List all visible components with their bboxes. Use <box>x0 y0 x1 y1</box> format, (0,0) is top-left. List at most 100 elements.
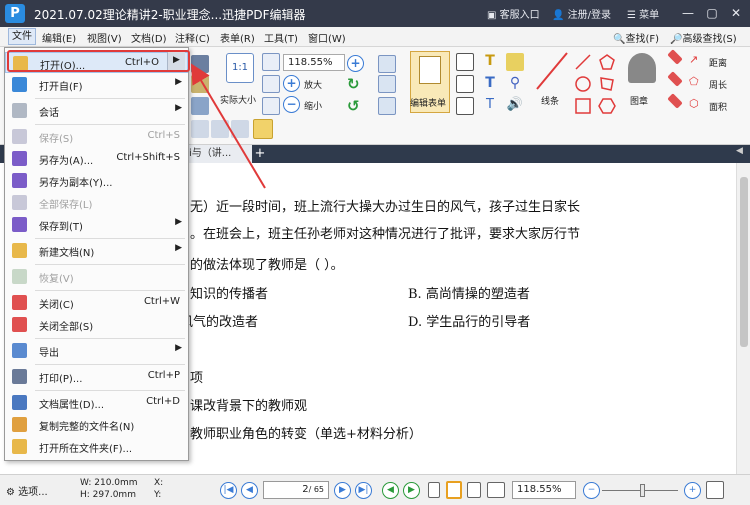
circle-shape-icon[interactable] <box>574 75 592 93</box>
scrollbar-thumb[interactable] <box>740 177 748 347</box>
new-tab-icon[interactable]: + <box>253 146 267 162</box>
status-zoom-combo[interactable]: 118.55% <box>512 481 576 499</box>
eraser-icon[interactable] <box>667 49 683 65</box>
note-icon[interactable] <box>506 53 524 71</box>
select-text-icon[interactable] <box>191 97 209 115</box>
close-icon[interactable]: ✕ <box>725 4 747 23</box>
typewriter-icon[interactable]: T <box>481 53 499 71</box>
document-tab[interactable]: i与（讲... <box>186 145 252 163</box>
menu-view[interactable]: 视图(V) <box>87 30 122 45</box>
actual-size-icon[interactable]: 1:1 <box>226 53 254 83</box>
menu-file[interactable]: 文件 <box>8 28 36 45</box>
minimize-icon[interactable]: — <box>677 4 699 23</box>
menu-copy-filename[interactable]: 复制完整的文件名(N) <box>5 414 188 435</box>
line-label[interactable]: 线条 <box>541 94 559 107</box>
menu-close[interactable]: 关闭(C) Ctrl+W <box>5 292 188 313</box>
menu-window[interactable]: 窗口(W) <box>308 30 346 45</box>
menu-session[interactable]: 会话 ▶ <box>5 100 188 121</box>
distance-label[interactable]: 距离 <box>709 56 727 69</box>
page-number-input[interactable]: 2/ 65 <box>263 481 329 499</box>
service-button[interactable]: ▣ 客服入口 <box>487 6 540 21</box>
zoom-slider-thumb[interactable] <box>640 484 645 497</box>
maximize-icon[interactable]: ▢ <box>701 4 723 23</box>
menu-export[interactable]: 导出 ▶ <box>5 340 188 361</box>
rectangle-shape-icon[interactable] <box>574 97 592 115</box>
pencil-icon[interactable] <box>667 71 683 87</box>
menu-save-as[interactable]: 另存为(A)... Ctrl+Shift+S <box>5 148 188 169</box>
menu-form[interactable]: 表单(R) <box>220 30 255 45</box>
hexagon-shape-icon[interactable] <box>598 97 616 115</box>
menu-save-all[interactable]: 全部保存(L) <box>5 192 188 213</box>
zoom-out-icon[interactable]: − <box>283 96 300 113</box>
prev-page-icon[interactable]: ◀ <box>241 482 258 499</box>
find-button[interactable]: 🔍查找(F) <box>613 30 659 45</box>
zoom-combo[interactable]: 118.55% <box>283 54 345 71</box>
arrow-shape-icon[interactable] <box>574 53 592 71</box>
menu-save[interactable]: 保存(S) Ctrl+S <box>5 126 188 147</box>
facing-view-icon[interactable] <box>467 482 481 498</box>
menu-button[interactable]: ☰ 菜单 <box>627 6 659 21</box>
forward-icon[interactable]: ▶ <box>403 482 420 499</box>
sound-icon[interactable]: 🔊 <box>506 97 524 115</box>
menu-open-from[interactable]: 打开自(F) ▶ <box>5 74 188 95</box>
last-page-icon[interactable]: ▶| <box>355 482 372 499</box>
tab-scroll-icon[interactable]: ◀ <box>736 146 743 156</box>
back-icon[interactable]: ◀ <box>382 482 399 499</box>
rotate-left-icon[interactable]: ↺ <box>347 97 365 115</box>
menu-comment[interactable]: 注释(C) <box>175 30 210 45</box>
menu-edit[interactable]: 编辑(E) <box>42 30 76 45</box>
login-button[interactable]: 👤 注册/登录 <box>552 6 611 21</box>
zoom-out-label[interactable]: 缩小 <box>304 99 322 112</box>
camera-icon[interactable] <box>191 55 209 73</box>
list-field-icon[interactable] <box>456 97 474 115</box>
fit-width-icon[interactable] <box>262 75 280 93</box>
area-label[interactable]: 面积 <box>709 100 727 113</box>
cloud-shape-icon[interactable] <box>598 75 616 93</box>
fit-visible-icon[interactable] <box>262 97 280 115</box>
polygon-shape-icon[interactable] <box>598 53 616 71</box>
fullscreen-icon[interactable] <box>706 481 724 499</box>
rotate-right-icon[interactable]: ↻ <box>347 75 365 93</box>
first-page-icon[interactable]: |◀ <box>220 482 237 499</box>
next-page-icon[interactable]: ▶ <box>334 482 351 499</box>
menu-revert[interactable]: 恢复(V) <box>5 266 188 287</box>
vertical-scrollbar[interactable] <box>736 163 750 474</box>
menu-close-all[interactable]: 关闭全部(S) <box>5 314 188 335</box>
menu-properties[interactable]: 文档属性(D)... Ctrl+D <box>5 392 188 413</box>
options-button[interactable]: ⚙ 选项... <box>6 483 48 498</box>
menu-new-document[interactable]: 新建文档(N) ▶ <box>5 240 188 261</box>
menu-save-copy[interactable]: 另存为副本(Y)... <box>5 170 188 191</box>
actual-size-label[interactable]: 实际大小 <box>220 93 256 106</box>
perimeter-label[interactable]: 周长 <box>709 78 727 91</box>
status-zoom-out-icon[interactable]: − <box>583 482 600 499</box>
menu-save-to[interactable]: 保存到(T) ▶ <box>5 214 188 235</box>
add-link-icon[interactable] <box>378 97 396 115</box>
fit-page-icon[interactable] <box>262 53 280 71</box>
hand-tool-icon[interactable] <box>191 75 209 93</box>
perimeter-icon[interactable]: ⬠ <box>689 75 707 93</box>
distance-icon[interactable]: ↗ <box>689 53 707 71</box>
single-page-view-icon[interactable] <box>428 482 440 498</box>
view-continuous-icon[interactable] <box>211 120 229 138</box>
menu-open-folder[interactable]: 打开所在文件夹(F)... <box>5 436 188 457</box>
view-image-icon[interactable] <box>231 120 249 138</box>
stamp-icon[interactable] <box>628 53 656 83</box>
status-zoom-in-icon[interactable]: + <box>684 482 701 499</box>
line-icon[interactable] <box>535 51 569 91</box>
area-icon[interactable]: ⬡ <box>689 97 707 115</box>
menu-tools[interactable]: 工具(T) <box>264 30 298 45</box>
zoom-in-label[interactable]: 放大 <box>304 78 322 91</box>
pin-icon[interactable] <box>253 119 273 139</box>
menu-print[interactable]: 打印(P)... Ctrl+P <box>5 366 188 387</box>
highlight-icon[interactable] <box>667 93 683 109</box>
textbox-icon[interactable]: T <box>481 75 499 93</box>
text-field-icon[interactable] <box>456 53 474 71</box>
continuous-facing-view-icon[interactable] <box>487 482 505 498</box>
advanced-find-button[interactable]: 🔎高级查找(S) <box>670 30 737 45</box>
view-single-icon[interactable] <box>191 120 209 138</box>
stamp-label[interactable]: 图章 <box>630 94 648 107</box>
add-image-icon[interactable] <box>378 75 396 93</box>
edit-form-button[interactable]: 编辑表单 <box>410 51 450 113</box>
add-text-icon[interactable] <box>378 55 396 73</box>
zoom-tool-icon[interactable]: + <box>347 55 364 72</box>
